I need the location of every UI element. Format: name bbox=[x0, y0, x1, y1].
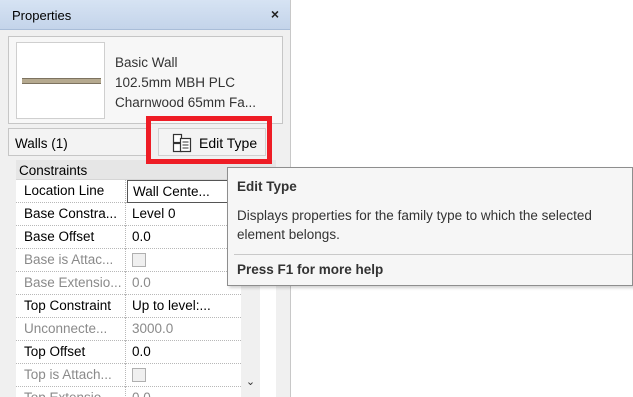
wall-preview-icon bbox=[22, 78, 101, 84]
property-name: Top Extensio... bbox=[16, 387, 126, 397]
property-name: Location Line bbox=[16, 180, 126, 203]
type-selector[interactable]: Basic Wall 102.5mm MBH PLC Charnwood 65m… bbox=[8, 36, 283, 124]
edit-type-highlight-box bbox=[146, 116, 272, 164]
property-name: Unconnecte... bbox=[16, 318, 126, 341]
chevron-down-icon[interactable]: ⌄ bbox=[244, 376, 257, 389]
tooltip-description: Displays properties for the family type … bbox=[237, 208, 592, 242]
property-value[interactable]: 0.0 bbox=[127, 226, 241, 249]
group-header-label: Constraints bbox=[19, 163, 88, 178]
property-name: Base Extensio... bbox=[16, 272, 126, 295]
close-icon[interactable]: × bbox=[266, 5, 284, 23]
tooltip-help-hint: Press F1 for more help bbox=[237, 262, 384, 277]
type-family-name: Basic Wall bbox=[115, 55, 178, 70]
property-row-unconnected-height: Unconnecte... 3000.0 bbox=[16, 318, 241, 341]
property-row-top-extension: Top Extensio... 0.0 bbox=[16, 387, 241, 397]
tooltip-divider bbox=[234, 254, 632, 255]
top-attached-checkbox bbox=[132, 368, 146, 382]
property-value: 3000.0 bbox=[132, 321, 174, 336]
property-value bbox=[127, 249, 241, 272]
palette-titlebar[interactable]: Properties × bbox=[0, 0, 290, 30]
edit-type-tooltip: Edit Type Displays properties for the fa… bbox=[227, 167, 633, 286]
type-preview-thumbnail bbox=[16, 42, 105, 119]
property-value bbox=[127, 364, 241, 387]
palette-title: Properties bbox=[12, 8, 72, 23]
property-row-base-is-attached: Base is Attac... bbox=[16, 249, 241, 272]
property-name: Top Constraint bbox=[16, 295, 126, 318]
property-row-top-offset[interactable]: Top Offset 0.0 bbox=[16, 341, 241, 364]
property-name: Base is Attac... bbox=[16, 249, 126, 272]
property-name: Base Constra... bbox=[16, 203, 126, 226]
property-row-top-constraint[interactable]: Top Constraint Up to level:... bbox=[16, 295, 241, 318]
property-row-top-is-attached: Top is Attach... bbox=[16, 364, 241, 387]
property-value-dropdown[interactable]: Wall Cente... bbox=[127, 180, 241, 203]
base-attached-checkbox bbox=[132, 253, 146, 267]
type-name-line-2: 102.5mm MBH PLC bbox=[115, 75, 236, 90]
property-value: 0.0 bbox=[127, 387, 241, 397]
property-name: Base Offset bbox=[16, 226, 126, 249]
tooltip-title: Edit Type bbox=[237, 179, 297, 194]
property-row-base-constraint[interactable]: Base Constra... Level 0 bbox=[16, 203, 241, 226]
property-value[interactable]: Level 0 bbox=[127, 203, 241, 226]
property-value: 0.0 bbox=[132, 275, 151, 290]
instance-filter-label: Walls (1) bbox=[15, 136, 68, 151]
property-row-base-extension: Base Extensio... 0.0 bbox=[16, 272, 241, 295]
property-value[interactable]: 0.0 bbox=[127, 341, 241, 364]
property-name: Top is Attach... bbox=[16, 364, 126, 387]
type-name-line-3: Charnwood 65mm Fa... bbox=[115, 95, 257, 110]
property-name: Top Offset bbox=[16, 341, 126, 364]
type-name: Basic Wall 102.5mm MBH PLC Charnwood 65m… bbox=[115, 53, 256, 113]
property-row-base-offset[interactable]: Base Offset 0.0 bbox=[16, 226, 241, 249]
instance-filter-dropdown[interactable]: Walls (1) bbox=[8, 128, 148, 156]
property-value[interactable]: Up to level:... bbox=[127, 295, 241, 318]
property-row-location-line[interactable]: Location Line Wall Cente... bbox=[16, 180, 241, 203]
